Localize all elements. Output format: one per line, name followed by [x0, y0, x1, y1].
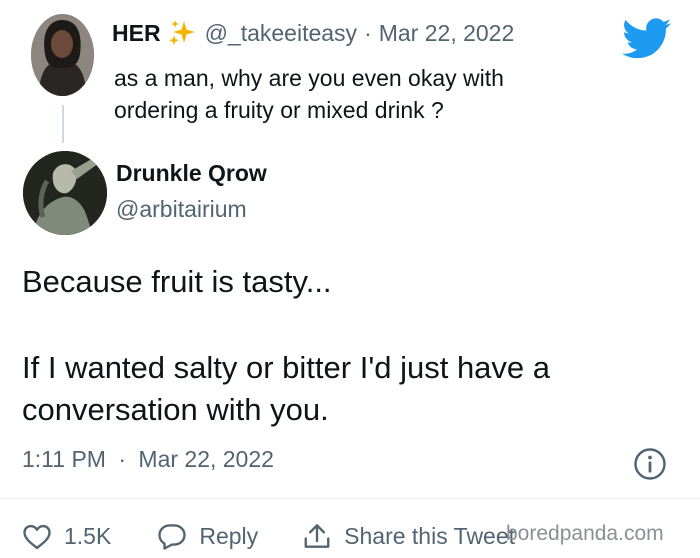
timestamp-separator: · [118, 446, 127, 472]
share-icon [304, 524, 330, 548]
reply-display-name[interactable]: Drunkle Qrow [116, 160, 267, 187]
reply-body-line: Because fruit is tasty... [22, 264, 332, 299]
divider [0, 498, 700, 499]
tweet-timestamp[interactable]: 1:11 PM · Mar 22, 2022 [22, 446, 274, 473]
reply-bubble-icon [158, 524, 187, 550]
like-count: 1.5K [64, 522, 112, 549]
avatar-drunkle-qrow[interactable] [23, 151, 107, 235]
reply-body-line: conversation with you. [22, 392, 329, 427]
reply-body-line: If I wanted salty or bitter I'd just hav… [22, 350, 551, 385]
sparkles-icon [167, 18, 197, 48]
parent-text-line: ordering a fruity or mixed drink ? [114, 97, 444, 123]
header-separator: · [364, 19, 372, 46]
tweet-time: 1:11 PM [22, 446, 106, 472]
avatar-her[interactable] [31, 14, 94, 96]
info-icon[interactable] [632, 446, 668, 487]
action-bar: 1.5K Reply Share this Tweet [22, 520, 515, 552]
thread-connector [62, 105, 64, 143]
reply-handle[interactable]: @arbitairium [116, 196, 247, 223]
parent-handle[interactable]: @_takeeiteasy [205, 20, 358, 47]
twitter-bird-icon[interactable] [622, 18, 672, 65]
watermark: boredpanda.com [506, 522, 664, 545]
parent-text-line: as a man, why are you even okay with [114, 65, 504, 91]
reply-button[interactable]: Reply [157, 522, 258, 550]
parent-tweet-header: HER @_takeeiteasy · Mar 22, 2022 [112, 16, 514, 50]
share-button[interactable]: Share this Tweet [302, 522, 515, 550]
like-button[interactable]: 1.5K [22, 522, 111, 550]
heart-icon [23, 524, 51, 550]
parent-date[interactable]: Mar 22, 2022 [379, 20, 515, 47]
reply-label: Reply [199, 522, 259, 549]
tweet-date: Mar 22, 2022 [138, 446, 274, 472]
parent-display-name[interactable]: HER [112, 20, 161, 47]
parent-tweet-text: as a man, why are you even okay with ord… [114, 62, 594, 126]
share-label: Share this Tweet [344, 522, 516, 549]
